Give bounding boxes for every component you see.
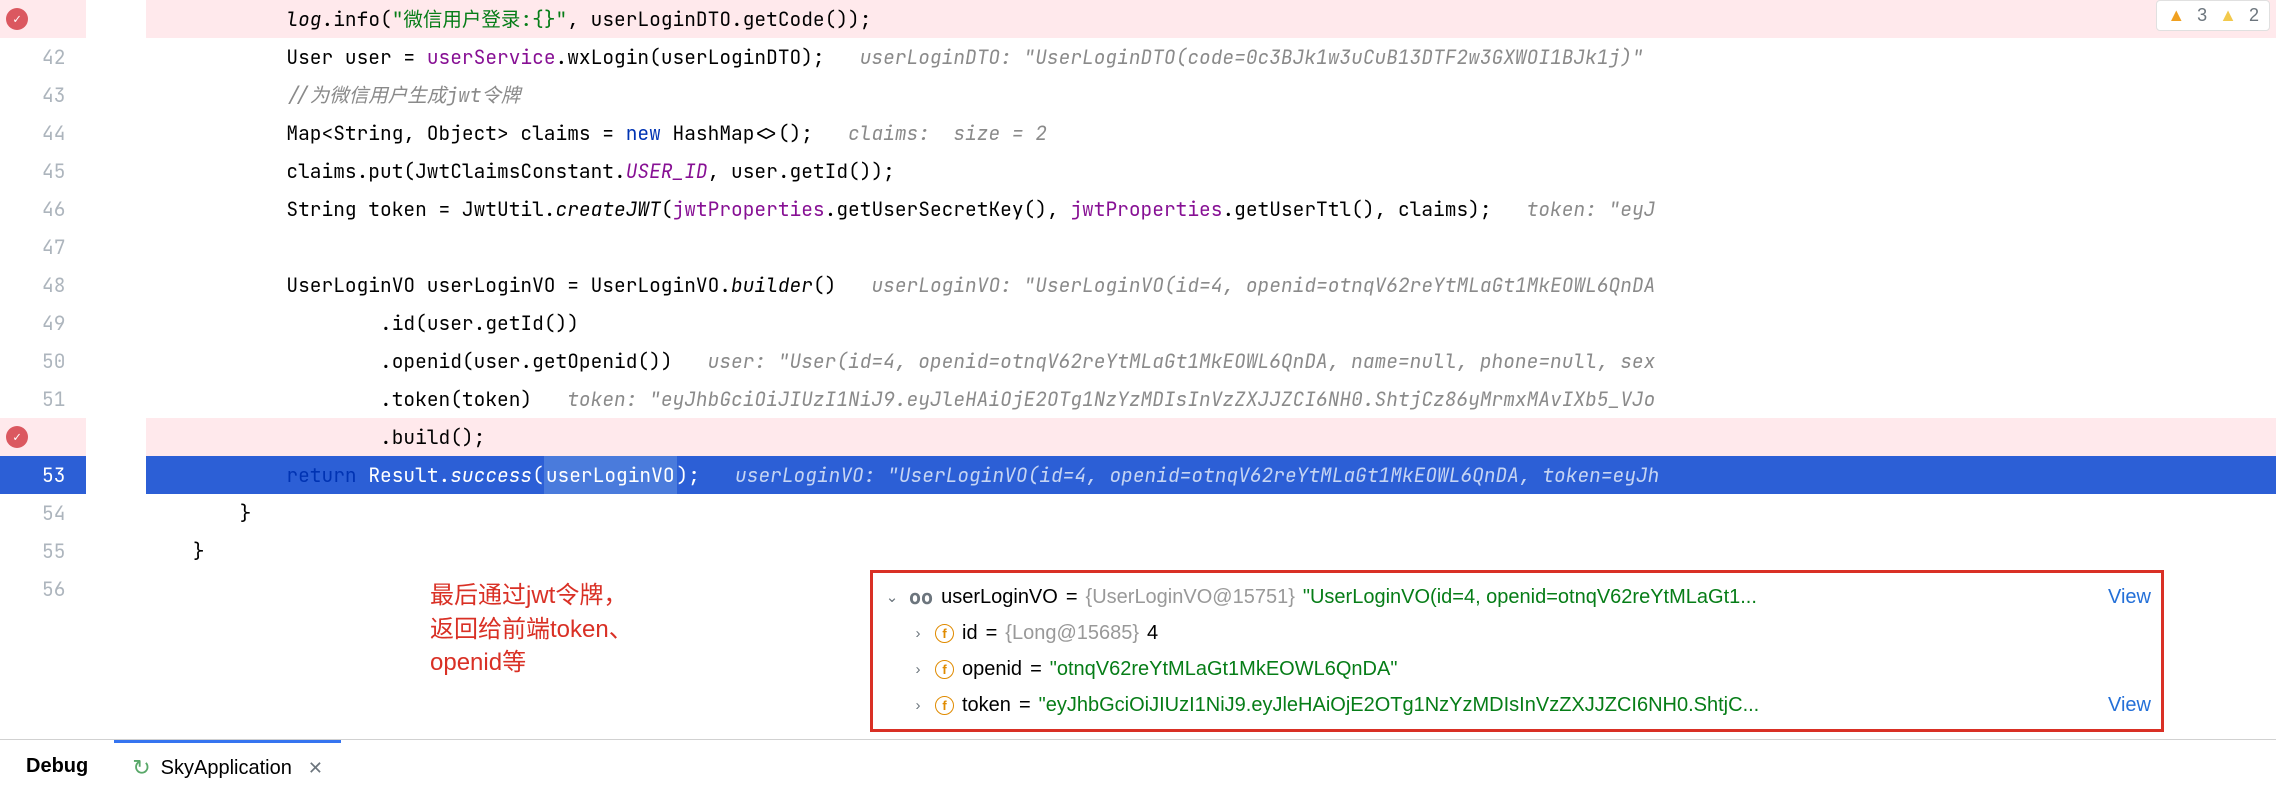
object-icon: oo <box>909 585 933 609</box>
code-line[interactable]: claims.put(JwtClaimsConstant.USER_ID, us… <box>146 152 2276 190</box>
line-number: 46 <box>42 190 86 228</box>
weak-warning-count: 2 <box>2249 5 2259 26</box>
variable-type: {UserLoginVO@15751} <box>1086 586 1295 609</box>
variable-name: userLoginVO <box>941 586 1058 609</box>
code-line[interactable]: //为微信用户生成jwt令牌 <box>146 76 2276 114</box>
line-number <box>42 0 86 38</box>
app-tab-label: SkyApplication <box>161 757 292 780</box>
line-number <box>42 418 86 456</box>
line-number: 44 <box>42 114 86 152</box>
code-line[interactable]: .token(token) token: "eyJhbGciOiJIUzI1Ni… <box>146 380 2276 418</box>
code-line[interactable]: return Result.success(userLoginVO); user… <box>146 456 2276 494</box>
field-value: 4 <box>1147 622 1158 645</box>
field-value: "eyJhbGciOiJIUzI1NiJ9.eyJleHAiOjE2OTg1Nz… <box>1039 694 1760 717</box>
field-icon: f <box>935 660 954 679</box>
code-line[interactable]: } <box>146 532 2276 570</box>
line-number: 45 <box>42 152 86 190</box>
field-icon: f <box>935 624 954 643</box>
field-name: openid <box>962 658 1022 681</box>
breakpoint-icon[interactable] <box>6 8 28 30</box>
annotation-callout: 最后通过jwt令牌， 返回给前端token、 openid等 <box>430 579 633 680</box>
code-line[interactable]: String token = JwtUtil.createJWT(jwtProp… <box>146 190 2276 228</box>
warning-count: 3 <box>2197 5 2207 26</box>
inspection-badge[interactable]: ▲ 3 ▲ 2 <box>2156 0 2270 31</box>
restart-icon: ↻ <box>132 755 150 781</box>
code-line[interactable]: .openid(user.getOpenid()) user: "User(id… <box>146 342 2276 380</box>
line-number: 48 <box>42 266 86 304</box>
line-number: 43 <box>42 76 86 114</box>
line-number: 51 <box>42 380 86 418</box>
popup-field-row[interactable]: › f openid = "otnqV62reYtMLaGt1MkEOWL6Qn… <box>883 651 2151 687</box>
code-line[interactable]: UserLoginVO userLoginVO = UserLoginVO.bu… <box>146 266 2276 304</box>
chevron-right-icon[interactable]: › <box>909 661 927 678</box>
chevron-right-icon[interactable]: › <box>909 697 927 714</box>
line-number: 56 <box>42 570 86 608</box>
line-number: 54 <box>42 494 86 532</box>
weak-warning-icon: ▲ <box>2219 5 2237 26</box>
code-line[interactable] <box>146 228 2276 266</box>
view-link[interactable]: View <box>2108 694 2151 717</box>
line-number: 53 <box>42 456 86 494</box>
chevron-down-icon[interactable]: ⌄ <box>883 588 901 606</box>
field-name: id <box>962 622 978 645</box>
line-number: 49 <box>42 304 86 342</box>
field-name: token <box>962 694 1011 717</box>
popup-field-row[interactable]: › f token = "eyJhbGciOiJIUzI1NiJ9.eyJleH… <box>883 687 2151 723</box>
code-line[interactable]: Map<String, Object> claims = new HashMap… <box>146 114 2276 152</box>
app-run-tab[interactable]: ↻ SkyApplication ✕ <box>114 740 341 793</box>
line-numbers: 42434445464748495051 53545556 <box>42 0 106 720</box>
code-line[interactable]: User user = userService.wxLogin(userLogi… <box>146 38 2276 76</box>
line-number: 47 <box>42 228 86 266</box>
chevron-right-icon[interactable]: › <box>909 625 927 642</box>
line-number: 50 <box>42 342 86 380</box>
warning-icon: ▲ <box>2167 5 2185 26</box>
field-type: {Long@15685} <box>1005 622 1139 645</box>
popup-header-row[interactable]: ⌄ oo userLoginVO = {UserLoginVO@15751} "… <box>883 579 2151 615</box>
variable-value: "UserLoginVO(id=4, openid=otnqV62reYtMLa… <box>1303 586 1757 609</box>
code-line[interactable]: log.info("微信用户登录:{}", userLoginDTO.getCo… <box>146 0 2276 38</box>
field-value: "otnqV62reYtMLaGt1MkEOWL6QnDA" <box>1050 658 1398 681</box>
close-icon[interactable]: ✕ <box>308 758 323 779</box>
line-number: 42 <box>42 38 86 76</box>
popup-field-row[interactable]: › f id = {Long@15685} 4 <box>883 615 2151 651</box>
field-icon: f <box>935 696 954 715</box>
bottom-tabs: Debug ↻ SkyApplication ✕ <box>0 739 2276 793</box>
fold-column[interactable] <box>106 0 146 720</box>
debug-tab[interactable]: Debug <box>0 740 114 793</box>
line-number: 55 <box>42 532 86 570</box>
code-line[interactable]: } <box>146 494 2276 532</box>
debug-variable-popup[interactable]: ⌄ oo userLoginVO = {UserLoginVO@15751} "… <box>870 570 2164 732</box>
view-link[interactable]: View <box>2108 586 2151 609</box>
code-line[interactable]: .id(user.getId()) <box>146 304 2276 342</box>
gutter-icons <box>0 0 42 720</box>
code-line[interactable]: .build(); <box>146 418 2276 456</box>
breakpoint-icon[interactable] <box>6 426 28 448</box>
